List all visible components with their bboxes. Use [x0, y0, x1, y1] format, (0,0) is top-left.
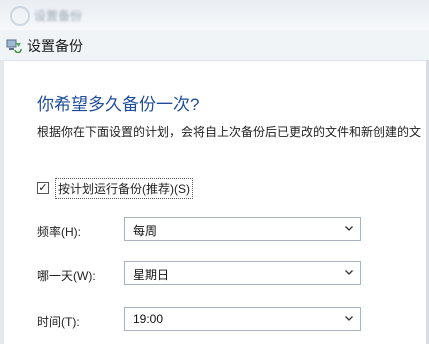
background-window-title: 设置备份: [34, 9, 83, 23]
time-select[interactable]: 19:00: [124, 307, 361, 331]
description-text: 根据你在下面设置的计划，会将自上次备份后已更改的文件和新创建的文: [37, 125, 422, 139]
frequency-label: 频率(H):: [37, 225, 81, 239]
back-arrow-icon[interactable]: [10, 6, 30, 26]
time-label: 时间(T):: [37, 315, 80, 329]
frequency-select[interactable]: 每周: [124, 217, 361, 241]
time-value: 19:00: [133, 312, 164, 326]
background-window-bar: 设置备份: [0, 0, 429, 30]
window-title: 设置备份: [27, 38, 83, 54]
frequency-value: 每周: [133, 224, 158, 238]
schedule-checkbox-label[interactable]: 按计划运行备份(推荐)(S): [55, 177, 193, 199]
day-label: 哪一天(W):: [37, 269, 96, 283]
chevron-down-icon: [345, 270, 353, 275]
window-title-bar: 设置备份: [0, 30, 429, 61]
chevron-down-icon: [345, 226, 353, 231]
day-select[interactable]: 星期日: [124, 261, 361, 285]
backup-settings-icon: [6, 39, 22, 53]
check-mark-icon: ✓: [38, 181, 48, 194]
schedule-checkbox-row[interactable]: ✓ 按计划运行备份(推荐)(S): [37, 177, 193, 199]
day-value: 星期日: [133, 268, 170, 282]
chevron-down-icon: [345, 316, 353, 321]
page-heading: 你希望多久备份一次?: [37, 95, 200, 114]
left-border: [0, 60, 4, 344]
schedule-checkbox[interactable]: ✓: [37, 182, 49, 194]
